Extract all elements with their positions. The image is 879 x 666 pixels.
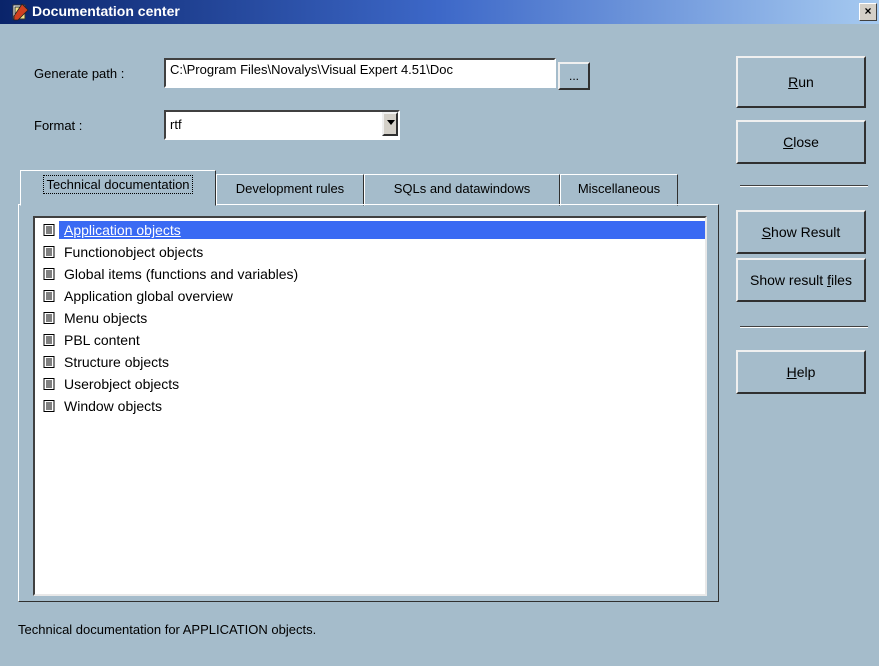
show-result-button[interactable]: Show Result bbox=[736, 210, 866, 254]
list-item-functionobject-objects[interactable]: Functionobject objects bbox=[43, 242, 705, 262]
list-item-global-items[interactable]: Global items (functions and variables) bbox=[43, 264, 705, 284]
browse-path-button[interactable]: ... bbox=[558, 62, 590, 90]
tab-technical-documentation[interactable]: Technical documentation bbox=[20, 170, 216, 206]
list-item-label: Structure objects bbox=[64, 354, 170, 370]
list-item-label: Global items (functions and variables) bbox=[64, 266, 299, 282]
close-label-post: lose bbox=[793, 134, 819, 150]
list-item-userobject-objects[interactable]: Userobject objects bbox=[43, 374, 705, 394]
close-label-accel: C bbox=[783, 134, 794, 150]
tab-label: Development rules bbox=[235, 181, 345, 196]
window-title: Documentation center bbox=[32, 3, 180, 19]
title-bar: Documentation center × bbox=[0, 0, 879, 24]
close-icon[interactable]: × bbox=[859, 3, 877, 21]
generate-path-label: Generate path : bbox=[34, 66, 125, 81]
status-text: Technical documentation for APPLICATION … bbox=[18, 622, 317, 637]
document-icon bbox=[43, 312, 55, 324]
tab-label: Miscellaneous bbox=[577, 181, 661, 196]
list-item-application-global-overview[interactable]: Application global overview bbox=[43, 286, 705, 306]
help-button[interactable]: Help bbox=[736, 350, 866, 394]
list-item-pbl-content[interactable]: PBL content bbox=[43, 330, 705, 350]
list-item-application-objects[interactable]: Application objects bbox=[43, 220, 705, 240]
run-button[interactable]: Run bbox=[736, 56, 866, 108]
show-result-files-button[interactable]: Show result files bbox=[736, 258, 866, 302]
tab-sqls-and-datawindows[interactable]: SQLs and datawindows bbox=[364, 174, 560, 206]
list-item-structure-objects[interactable]: Structure objects bbox=[43, 352, 705, 372]
document-icon bbox=[43, 400, 55, 412]
document-icon bbox=[43, 290, 55, 302]
list-item-label: Menu objects bbox=[64, 310, 148, 326]
chevron-down-icon[interactable] bbox=[382, 112, 398, 136]
list-item-label: Userobject objects bbox=[64, 376, 180, 392]
list-item-label: Functionobject objects bbox=[64, 244, 204, 260]
run-label-accel: R bbox=[788, 74, 799, 90]
show-result-files-label-pre: Show result bbox=[750, 272, 828, 288]
generate-path-input[interactable]: C:\Program Files\Novalys\Visual Expert 4… bbox=[164, 58, 556, 88]
format-select-value: rtf bbox=[170, 117, 182, 132]
documentation-app-icon bbox=[12, 3, 29, 21]
show-result-label-accel: S bbox=[761, 224, 772, 240]
tab-development-rules[interactable]: Development rules bbox=[216, 174, 364, 206]
document-icon bbox=[43, 268, 55, 280]
document-icon bbox=[43, 334, 55, 346]
documentation-list[interactable]: Application objects Functionobject objec… bbox=[33, 216, 707, 596]
list-item-label: PBL content bbox=[64, 332, 140, 348]
separator bbox=[740, 326, 868, 328]
tab-label: Technical documentation bbox=[43, 175, 193, 194]
document-icon bbox=[43, 356, 55, 368]
list-item-label: Window objects bbox=[64, 398, 163, 414]
list-item-menu-objects[interactable]: Menu objects bbox=[43, 308, 705, 328]
separator bbox=[740, 185, 868, 187]
document-icon bbox=[43, 224, 55, 236]
list-item-label: Application global overview bbox=[64, 288, 233, 304]
format-select[interactable]: rtf bbox=[164, 110, 400, 140]
help-label-accel: H bbox=[786, 364, 797, 380]
show-result-label-post: how Result bbox=[771, 224, 841, 240]
format-label: Format : bbox=[34, 118, 83, 133]
show-result-files-label-post: iles bbox=[830, 272, 852, 288]
document-icon bbox=[43, 246, 55, 258]
tab-label: SQLs and datawindows bbox=[393, 181, 531, 196]
document-icon bbox=[43, 378, 55, 390]
list-item-window-objects[interactable]: Window objects bbox=[43, 396, 705, 416]
run-label-post: un bbox=[798, 74, 814, 90]
list-item-label: Application objects bbox=[64, 222, 181, 238]
close-button[interactable]: Close bbox=[736, 120, 866, 164]
help-label-post: elp bbox=[796, 364, 816, 380]
tab-miscellaneous[interactable]: Miscellaneous bbox=[560, 174, 678, 206]
